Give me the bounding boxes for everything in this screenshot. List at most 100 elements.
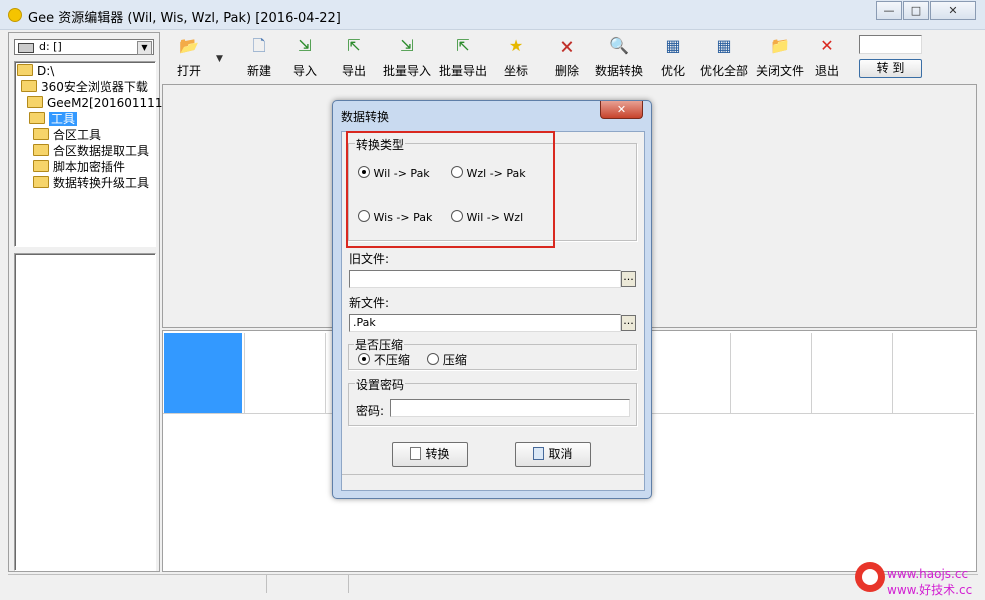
toolbar-button-delete[interactable]: 🗙 删除 [548,36,586,82]
watermark-logo-icon [855,562,885,592]
tree-item[interactable]: 脚本加密插件 [33,159,125,175]
app-smiley-icon [8,8,22,22]
toolbar-button-batch-import[interactable]: ⇲ 批量导入 [382,36,432,82]
tree-item-label: 脚本加密插件 [53,160,126,174]
watermark-url: www.haojs.cc [887,567,969,581]
tree-item-label: 合区工具 [53,128,102,142]
tree-item-label: 数据转换升级工具 [53,176,150,190]
toolbar-button-optimize-all[interactable]: ▦ 优化全部 [698,36,750,82]
toolbar-button-new-file[interactable]: 🗋 新建 [240,36,278,82]
new-file-input[interactable]: .Pak [349,314,621,332]
dialog-close-button[interactable]: ✕ [600,101,643,119]
grid-cell-divider [730,333,731,413]
toolbar-button-label: 批量导出 [438,64,487,78]
document-icon [410,447,422,460]
toolbar-button-label: 优化 [660,64,685,78]
exit-door-icon [533,447,545,460]
open-folder-icon: 📂 [179,36,199,55]
batch-export-icon: ⇱ [456,36,470,55]
toolbar-button-label: 导入 [292,64,317,78]
tree-item[interactable]: 合区数据提取工具 [33,143,149,159]
toolbar-button-label: 新建 [246,64,271,78]
delete-icon: 🗙 [560,36,574,55]
window-close-button[interactable]: ✕ [930,1,976,20]
maximize-button[interactable]: □ [903,1,929,20]
password-input[interactable] [390,399,630,417]
password-label: 密码: [356,404,385,418]
toolbar-button-star[interactable]: ★ 坐标 [498,36,534,82]
status-bar [8,574,978,593]
batch-import-icon: ⇲ [400,36,414,55]
dialog-separator [342,474,644,475]
folder-icon [33,176,49,188]
grid-cell-divider [244,333,245,413]
cancel-button[interactable]: 取消 [515,442,591,467]
folder-icon [33,128,49,140]
goto-input[interactable] [859,35,922,54]
highlight-box [346,131,555,248]
drive-select[interactable]: d: [] ▼ [14,39,154,55]
old-file-browse-button[interactable]: ... [621,271,636,287]
folder-tree[interactable]: D:\ 360安全浏览器下载 GeeM2[201601111] 工具合区工具合区数据提… [14,61,167,247]
toolbar-button-export[interactable]: ⇱ 导出 [338,36,370,82]
toolbar-button-label: 导出 [341,64,366,78]
new-file-browse-button[interactable]: ... [621,315,636,331]
chevron-down-icon[interactable]: ▼ [137,41,152,55]
new-file-icon: 🗋 [252,36,266,55]
tree-item[interactable]: 数据转换升级工具 [33,175,149,191]
close-file-icon: 📁 [770,36,790,55]
option-compress[interactable]: 压缩 [427,351,467,368]
window-title: Gee 资源编辑器 (Wil, Wis, Wzl, Pak) [2016-04-… [28,11,341,26]
radio-compress[interactable] [427,353,439,365]
dialog-title: 数据转换 [341,110,390,124]
toolbar-button-batch-export[interactable]: ⇱ 批量导出 [438,36,488,82]
toolbar-button-label: 批量导入 [382,64,431,78]
grid-cell-divider [811,333,812,413]
grid-cell-divider [892,333,893,413]
tree-item[interactable]: 合区工具 [33,127,101,143]
goto-button[interactable]: 转 到 [859,59,922,78]
toolbar-button-label: 打开 [176,64,201,78]
folder-icon [17,64,33,76]
old-file-input[interactable] [349,270,621,288]
exit-icon: ✕ [820,36,834,55]
tree-item-label: 工具 [49,112,78,126]
thumbnail-cell-selected[interactable] [164,333,242,413]
optimize-icon: ▦ [665,36,681,55]
toolbar-button-label: 坐标 [503,64,528,78]
import-icon: ⇲ [298,36,312,55]
toolbar-button-exit[interactable]: ✕ 退出 [812,36,842,82]
old-file-label: 旧文件: [349,252,390,266]
toolbar-button-label: 优化全部 [699,64,748,78]
export-icon: ⇱ [347,36,361,55]
tree-item[interactable]: D:\ [17,63,54,79]
tree-item-label: GeeM2[201601111] [47,96,168,110]
toolbar-button-import[interactable]: ⇲ 导入 [288,36,322,82]
optimize-all-icon: ▦ [716,36,732,55]
password-legend: 设置密码 [355,376,406,393]
option-no-compress[interactable]: 不压缩 [358,351,410,368]
folder-icon [21,80,37,92]
convert-button[interactable]: 转换 [392,442,468,467]
new-file-label: 新文件: [349,296,390,310]
open-dropdown-arrow[interactable]: ▼ [216,54,223,64]
toolbar-button-open-folder[interactable]: 📂 打开 [166,36,212,82]
radio-no-compress[interactable] [358,353,370,365]
toolbar-button-optimize[interactable]: ▦ 优化 [656,36,690,82]
drive-value: d: [] [39,40,62,53]
folder-icon [29,112,45,124]
tree-item-selected[interactable]: 工具 [29,111,78,127]
grid-cell-divider [325,333,326,413]
watermark-text: www.好技术.cc [887,583,973,597]
toolbar-button-label: 数据转换 [594,64,643,78]
toolbar-button-close-file[interactable]: 📁 关闭文件 [754,36,806,82]
folder-icon [27,96,43,108]
file-list-pane[interactable] [14,253,156,571]
toolbar-button-convert[interactable]: 🔍 数据转换 [594,36,644,82]
minimize-button[interactable]: — [876,1,902,20]
tree-item[interactable]: GeeM2[201601111] [27,95,167,111]
tree-item[interactable]: 360安全浏览器下载 [21,79,148,95]
star-icon: ★ [508,36,524,55]
folder-icon [33,144,49,156]
tree-item-label: 合区数据提取工具 [53,144,150,158]
